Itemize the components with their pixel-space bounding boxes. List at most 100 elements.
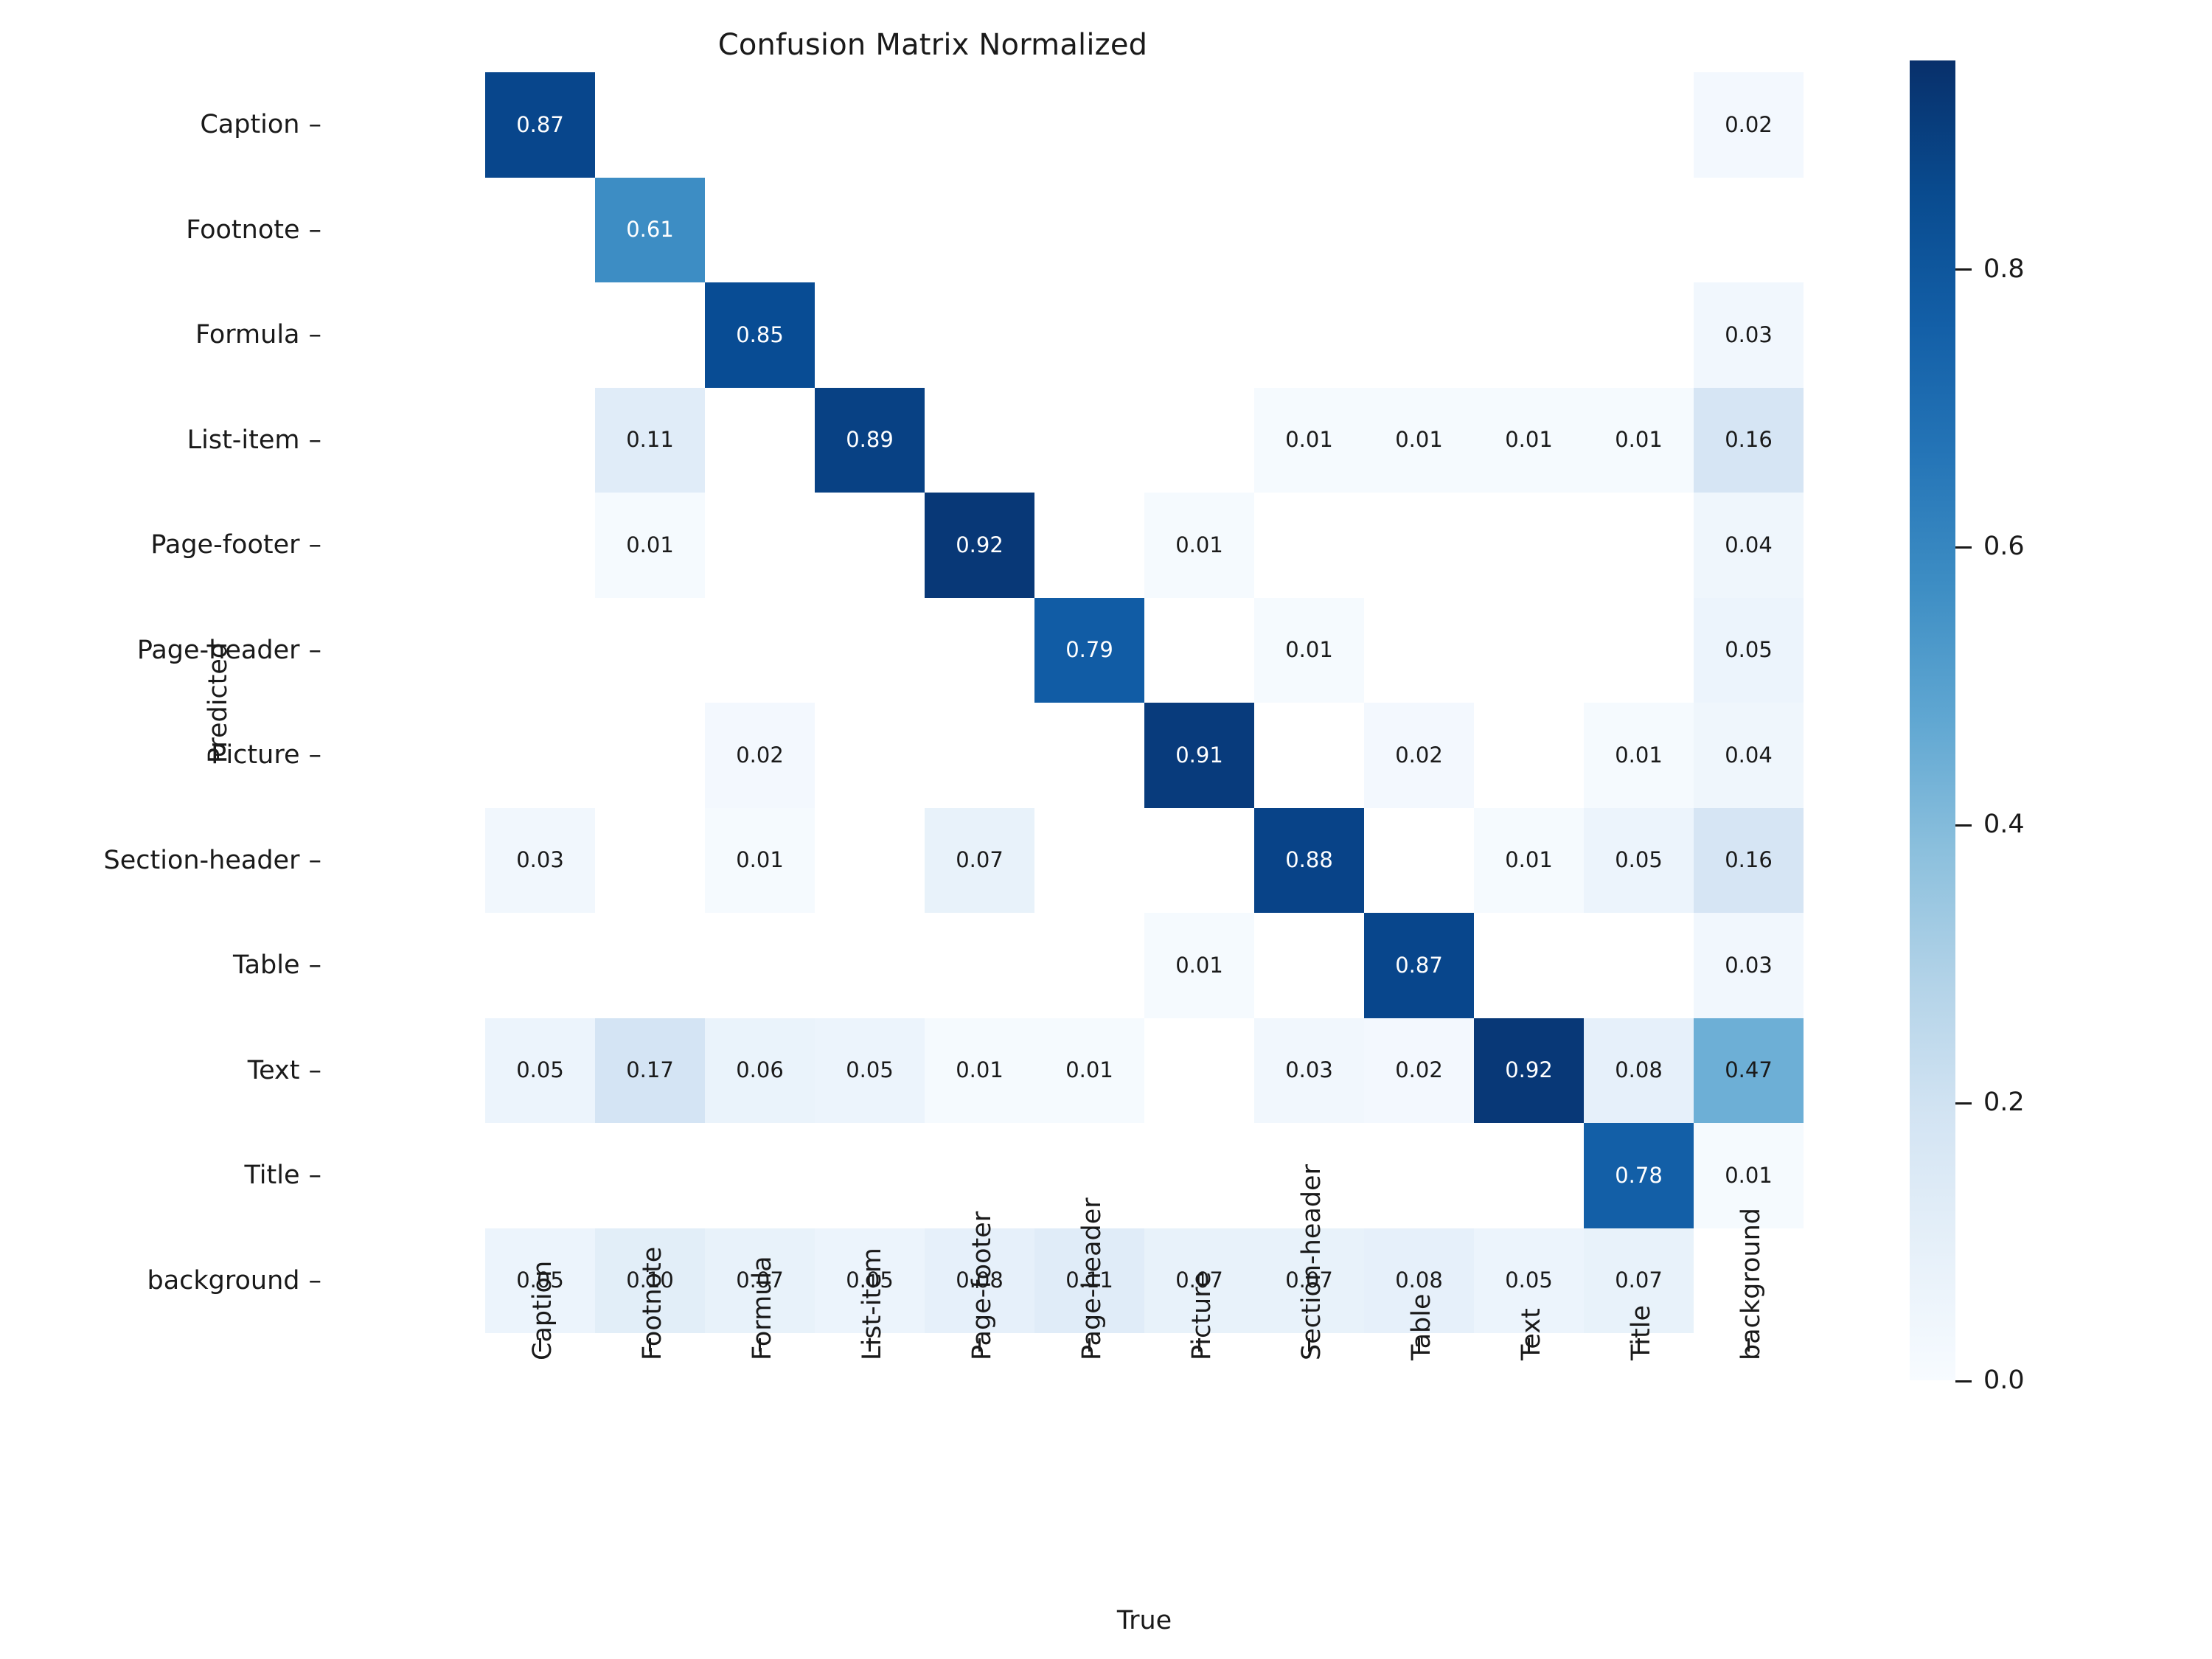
colorbar-tick-label-text: 0.2 — [1983, 1088, 2025, 1118]
matrix-cell-value: 0.01 — [1725, 1162, 1773, 1188]
matrix-cell — [705, 597, 815, 703]
matrix-cell — [1144, 597, 1254, 703]
matrix-cell — [1364, 282, 1474, 388]
matrix-cell-value: 0.47 — [1725, 1057, 1773, 1083]
x-tick-label-text: Formula — [747, 1256, 777, 1360]
matrix-cell-value: 0.78 — [1615, 1162, 1663, 1188]
x-tick-label-text: Footnote — [637, 1246, 667, 1360]
matrix-cell — [1474, 703, 1584, 808]
y-tick-text: Text – — [248, 1056, 321, 1085]
colorbar-tick-label-text: 0.6 — [1983, 532, 2025, 562]
colorbar-tick-mark — [1955, 1380, 1972, 1382]
y-tick-mark: – — [308, 740, 322, 771]
matrix-cell — [1034, 807, 1144, 913]
matrix-cell: 0.05 — [1694, 597, 1804, 703]
x-axis-label: True — [1116, 1606, 1172, 1635]
y-tick-mark: – — [308, 950, 322, 981]
matrix-cell-value: 0.16 — [1725, 847, 1773, 873]
y-tick-mark: – — [308, 1161, 322, 1191]
matrix-cell — [815, 913, 925, 1018]
matrix-cell-value: 0.01 — [1285, 637, 1333, 663]
x-tick-label-text: Section-header — [1296, 1164, 1326, 1360]
y-tick-mark: – — [308, 320, 322, 350]
matrix-cell: 0.01 — [1144, 913, 1254, 1018]
y-tick-mark: – — [308, 530, 322, 560]
matrix-cell — [1584, 493, 1694, 598]
matrix-cell: 0.87 — [1364, 913, 1474, 1018]
y-tick-label-text: Formula — [195, 320, 300, 350]
matrix-cell: 0.05 — [1584, 807, 1694, 913]
x-tick-background: background — [1694, 1208, 1804, 1360]
matrix-cell-value: 0.08 — [1395, 1267, 1443, 1293]
x-tick-label-text: Title — [1626, 1304, 1656, 1360]
matrix-cell — [1254, 72, 1364, 178]
y-tick-formula: Formula – — [195, 320, 321, 349]
matrix-cell — [1474, 913, 1584, 1018]
colorbar-tick-label-text: 0.8 — [1983, 254, 2025, 284]
colorbar-tick-mark — [1955, 1102, 1972, 1105]
x-tick-caption: Caption — [485, 1261, 595, 1360]
matrix-cell-value: 0.05 — [846, 1057, 894, 1083]
matrix-cell — [815, 177, 925, 282]
matrix-cell — [925, 282, 1034, 388]
x-tick-label-text: List-item — [857, 1248, 887, 1360]
matrix-cell-value: 0.02 — [1395, 742, 1443, 768]
matrix-cell — [485, 387, 595, 493]
matrix-cell-value: 0.01 — [956, 1057, 1004, 1083]
matrix-cell-value: 0.11 — [626, 427, 674, 453]
matrix-cell — [815, 493, 925, 598]
matrix-cell — [925, 72, 1034, 178]
matrix-cell: 0.08 — [1584, 1018, 1694, 1123]
matrix-cell — [1694, 177, 1804, 282]
matrix-cell-value: 0.92 — [956, 532, 1004, 557]
matrix-cell: 0.03 — [1694, 913, 1804, 1018]
matrix-cell-value: 0.92 — [1505, 1057, 1553, 1083]
matrix-cell-value: 0.03 — [516, 847, 564, 873]
matrix-cell-value: 0.87 — [516, 111, 564, 137]
matrix-cell — [595, 1123, 705, 1228]
matrix-cell: 0.04 — [1694, 703, 1804, 808]
matrix-cell-value: 0.61 — [626, 217, 674, 243]
y-tick-label-text: Picture — [211, 740, 300, 771]
matrix-cell-value: 0.01 — [626, 532, 674, 557]
matrix-cell-value: 0.01 — [1175, 532, 1223, 557]
matrix-cell-value: 0.01 — [1065, 1057, 1113, 1083]
y-tick-mark: – — [308, 215, 322, 245]
matrix-cell — [485, 703, 595, 808]
x-tick-page-footer: Page-footer — [925, 1211, 1034, 1360]
matrix-cell-value: 0.79 — [1065, 637, 1113, 663]
matrix-cell: 0.06 — [705, 1018, 815, 1123]
matrix-cell-value: 0.07 — [956, 847, 1004, 873]
matrix-cell: 0.01 — [595, 493, 705, 598]
x-tick-label-text: Caption — [527, 1260, 557, 1360]
matrix-cell: 0.17 — [595, 1018, 705, 1123]
matrix-cell: 0.02 — [705, 703, 815, 808]
matrix-cell: 0.01 — [1034, 1018, 1144, 1123]
matrix-cell-value: 0.85 — [736, 321, 784, 347]
matrix-cell — [1364, 493, 1474, 598]
y-tick-section-header: Section-header – — [104, 846, 321, 875]
matrix-cell — [485, 282, 595, 388]
matrix-cell-value: 0.03 — [1725, 952, 1773, 978]
matrix-cell — [485, 1123, 595, 1228]
matrix-cell: 0.47 — [1694, 1018, 1804, 1123]
y-tick-footnote: Footnote – — [186, 215, 321, 245]
matrix-cell: 0.02 — [1364, 1018, 1474, 1123]
matrix-cell — [705, 177, 815, 282]
matrix-cell — [815, 597, 925, 703]
matrix-cell — [485, 597, 595, 703]
x-tick-label-text: Text — [1516, 1308, 1546, 1360]
y-tick-page-header: Page-header – — [137, 636, 321, 665]
matrix-cell — [925, 913, 1034, 1018]
matrix-cell — [1474, 282, 1584, 388]
colorbar-gradient[interactable] — [1910, 60, 1955, 1380]
matrix-cell — [1254, 913, 1364, 1018]
matrix-cell: 0.79 — [1034, 597, 1144, 703]
matrix-cell-value: 0.91 — [1175, 742, 1223, 768]
matrix-cell — [1144, 387, 1254, 493]
matrix-cell-value: 0.02 — [1725, 111, 1773, 137]
matrix-cell — [705, 493, 815, 598]
y-tick-label-text: Title — [244, 1161, 300, 1191]
matrix-cell — [1254, 703, 1364, 808]
matrix-cell-value: 0.88 — [1285, 847, 1333, 873]
